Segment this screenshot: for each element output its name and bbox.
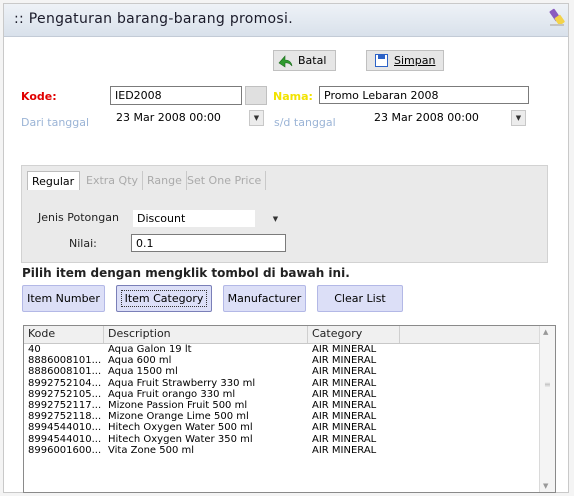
manufacturer-label: Manufacturer xyxy=(227,292,302,305)
cell-description: Aqua Galon 19 lt xyxy=(108,344,192,355)
column-header-description[interactable]: Description xyxy=(104,326,308,343)
eraser-icon[interactable] xyxy=(548,8,566,28)
cell-category: AIR MINERAL xyxy=(312,355,377,367)
cancel-label: Batal xyxy=(298,54,327,67)
sd-tanggal-label: s/d tanggal xyxy=(274,116,336,129)
nilai-label: Nilai: xyxy=(69,237,97,250)
kode-lookup-button[interactable] xyxy=(245,86,267,105)
dari-tanggal-dropdown-icon[interactable]: ▼ xyxy=(249,110,264,126)
list-rows: 40 Aqua Galon 19 lt AIR MINERAL 8886008101.… xyxy=(24,344,555,456)
table-row[interactable]: 8994544010... Hitech Oxygen Water 500 ml A… xyxy=(24,422,555,433)
sd-tanggal-dropdown-icon[interactable]: ▼ xyxy=(511,110,526,126)
jenis-potongan-dropdown-icon[interactable]: ▼ xyxy=(268,211,283,227)
table-row[interactable]: 8886008101... Aqua 600 ml AIR MINERAL xyxy=(24,355,555,366)
item-number-button[interactable]: Item Number xyxy=(22,285,105,312)
cell-category: AIR MINERAL xyxy=(312,411,377,423)
scroll-down-icon[interactable]: ▼ xyxy=(543,482,548,490)
tab-range-label: Range xyxy=(147,174,182,187)
cell-category: AIR MINERAL xyxy=(312,422,377,434)
cell-description: Hitech Oxygen Water 500 ml xyxy=(108,422,253,434)
nilai-input[interactable]: 0.1 xyxy=(131,234,286,252)
tab-set-one-price[interactable]: Set One Price xyxy=(183,171,267,190)
cell-kode: 40 xyxy=(28,344,41,355)
tab-regular-label: Regular xyxy=(32,175,75,188)
cell-kode: 8886008101... xyxy=(28,355,102,367)
cell-category: AIR MINERAL xyxy=(312,399,377,411)
back-arrow-icon xyxy=(278,54,293,68)
nama-label: Nama: xyxy=(273,90,313,103)
cell-category: AIR MINERAL xyxy=(312,444,377,456)
cell-kode: 8992752118... xyxy=(28,411,102,423)
cell-category: AIR MINERAL xyxy=(312,377,377,389)
cell-description: Aqua 1500 ml xyxy=(108,366,178,378)
nama-input[interactable]: Promo Lebaran 2008 xyxy=(319,86,529,104)
cell-kode: 8992752104... xyxy=(28,377,102,389)
column-header-category[interactable]: Category xyxy=(308,326,400,343)
item-number-label: Item Number xyxy=(27,292,100,305)
sd-tanggal-field[interactable]: 23 Mar 2008 00:00 xyxy=(370,109,500,127)
cell-kode: 8996001600... xyxy=(28,444,102,456)
clear-list-button[interactable]: Clear List xyxy=(317,285,403,312)
cell-category: AIR MINERAL xyxy=(312,433,377,445)
cell-description: Vita Zone 500 ml xyxy=(108,444,195,456)
table-row[interactable]: 8992752105... Aqua Fruit orango 330 ml AIR… xyxy=(24,389,555,400)
cell-description: Hitech Oxygen Water 350 ml xyxy=(108,433,253,445)
jenis-potongan-select[interactable]: Discount xyxy=(133,210,255,227)
list-scrollbar[interactable]: ▲ ≡ ▼ xyxy=(539,326,555,492)
cell-description: Aqua 600 ml xyxy=(108,355,172,367)
tab-regular[interactable]: Regular xyxy=(27,171,80,191)
table-row[interactable]: 8992752118... Mizone Orange Lime 500 ml AI… xyxy=(24,411,555,422)
window-title: :: Pengaturan barang-barang promosi. xyxy=(14,11,293,27)
table-row[interactable]: 8994544010... Hitech Oxygen Water 350 ml A… xyxy=(24,434,555,445)
cell-kode: 8992752117... xyxy=(28,399,102,411)
table-row[interactable]: 8996001600... Vita Zone 500 ml AIR MINERAL xyxy=(24,445,555,456)
dari-tanggal-field[interactable]: 23 Mar 2008 00:00 xyxy=(112,109,242,127)
tab-extra-qty[interactable]: Extra Qty xyxy=(82,171,144,190)
column-header-kode[interactable]: Kode xyxy=(24,326,104,343)
cell-kode: 8994544010... xyxy=(28,422,102,434)
cell-description: Mizone Orange Lime 500 ml xyxy=(108,411,249,423)
cell-description: Mizone Passion Fruit 500 ml xyxy=(108,399,248,411)
cell-kode: 8994544010... xyxy=(28,433,102,445)
item-list[interactable]: Kode Description Category 40 Aqua Galon 1… xyxy=(23,325,556,493)
table-row[interactable]: 8992752104... Aqua Fruit Strawberry 330 m… xyxy=(24,378,555,389)
scroll-up-icon[interactable]: ▲ xyxy=(543,328,548,336)
clear-list-label: Clear List xyxy=(334,292,386,305)
floppy-disk-icon xyxy=(375,54,388,67)
tab-set-one-price-label: Set One Price xyxy=(187,174,262,187)
tab-extra-qty-label: Extra Qty xyxy=(86,174,139,187)
cell-description: Aqua Fruit Strawberry 330 ml xyxy=(108,377,256,389)
cell-kode: 8992752105... xyxy=(28,388,102,400)
item-category-label: Item Category xyxy=(120,290,208,307)
kode-input[interactable]: IED2008 xyxy=(110,86,242,105)
kode-label: Kode: xyxy=(21,90,57,103)
cell-category: AIR MINERAL xyxy=(312,388,377,400)
manufacturer-button[interactable]: Manufacturer xyxy=(223,285,306,312)
tab-range[interactable]: Range xyxy=(143,171,187,190)
cell-description: Aqua Fruit orango 330 ml xyxy=(108,388,236,400)
dari-tanggal-label: Dari tanggal xyxy=(21,116,90,129)
cell-category: AIR MINERAL xyxy=(312,366,377,378)
jenis-potongan-label: Jenis Potongan xyxy=(38,211,119,224)
save-button[interactable]: Simpan xyxy=(366,50,444,71)
table-row[interactable]: 40 Aqua Galon 19 lt AIR MINERAL xyxy=(24,344,555,355)
cell-category: AIR MINERAL xyxy=(312,344,377,355)
cancel-button[interactable]: Batal xyxy=(273,50,336,71)
item-category-button[interactable]: Item Category xyxy=(116,285,212,312)
table-row[interactable]: 8886008101... Aqua 1500 ml AIR MINERAL xyxy=(24,366,555,377)
scroll-thumb-grip-icon[interactable]: ≡ xyxy=(544,380,551,389)
table-row[interactable]: 8992752117... Mizone Passion Fruit 500 ml… xyxy=(24,400,555,411)
list-header: Kode Description Category xyxy=(24,326,555,344)
picker-instructions: Pilih item dengan mengklik tombol di baw… xyxy=(22,266,350,280)
cell-kode: 8886008101... xyxy=(28,366,102,378)
save-label: Simpan xyxy=(394,54,436,67)
